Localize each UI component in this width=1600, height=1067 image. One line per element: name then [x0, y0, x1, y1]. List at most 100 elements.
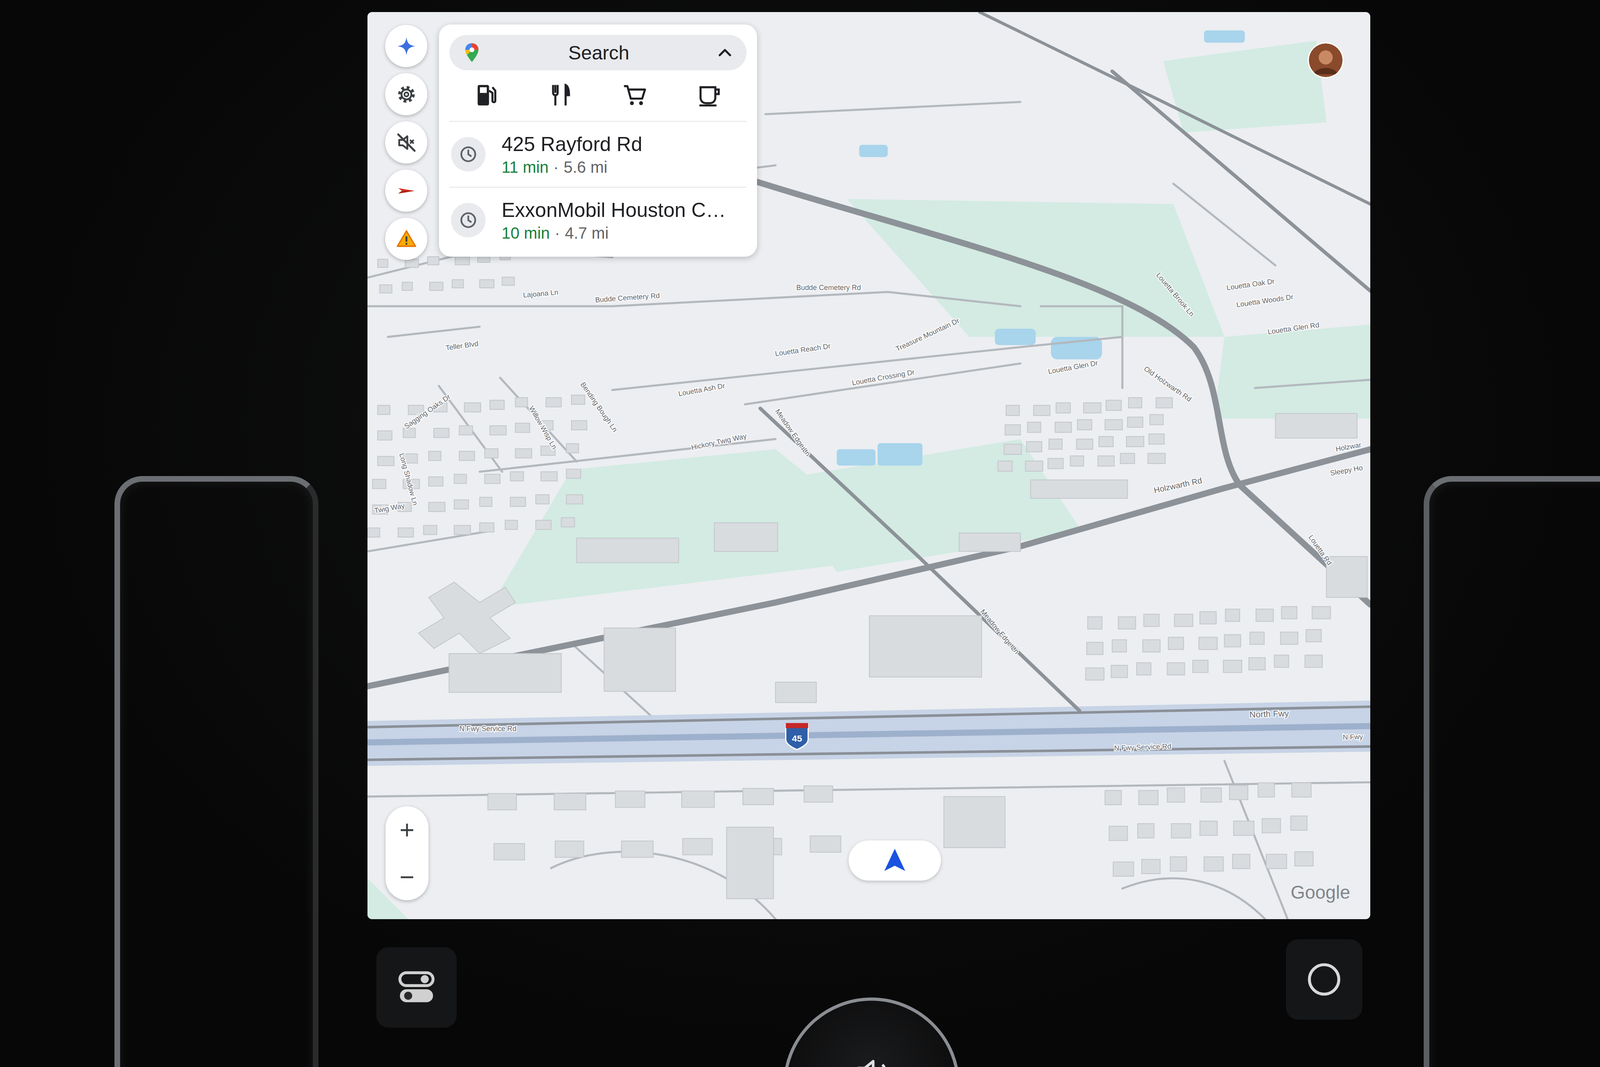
street-label: North Fwy [1249, 708, 1290, 720]
building [1120, 453, 1135, 464]
street-label: Twig Way [373, 501, 406, 515]
settings-button[interactable] [385, 73, 428, 116]
building [1192, 659, 1209, 673]
building [1174, 614, 1193, 627]
quick-settings-button[interactable] [376, 946, 457, 1028]
search-bar[interactable]: Search [449, 34, 747, 71]
building [493, 843, 525, 860]
building [479, 279, 494, 288]
gas-pump-icon [473, 81, 501, 109]
building [455, 256, 470, 265]
street-label: Sleepy Ho [1329, 463, 1364, 478]
building [502, 277, 515, 286]
building [1233, 820, 1255, 836]
building [452, 279, 464, 288]
building [1274, 655, 1289, 668]
building [1138, 790, 1158, 805]
separator: · [554, 224, 560, 243]
street-label: Louetta Glen Rd [1267, 320, 1320, 336]
building [1105, 790, 1122, 805]
report-button[interactable] [385, 217, 428, 260]
building [540, 471, 558, 481]
toggle-icon [394, 965, 439, 1010]
building [372, 479, 386, 489]
clock-icon [457, 143, 479, 165]
building [1070, 455, 1084, 466]
building [1126, 436, 1144, 447]
warning-icon [395, 228, 418, 250]
building [1033, 405, 1051, 416]
building [681, 790, 715, 808]
coffee-category[interactable] [689, 79, 730, 112]
home-button[interactable] [1285, 938, 1363, 1020]
building [418, 581, 516, 654]
building [1048, 438, 1063, 449]
building [515, 422, 530, 433]
building [615, 790, 645, 808]
building [1085, 667, 1105, 680]
building [1232, 854, 1250, 869]
building [515, 448, 532, 458]
building [1262, 818, 1281, 833]
street-label: Old Holzwarth Rd [1142, 364, 1194, 404]
travel-time: 10 min [501, 224, 550, 243]
map-control-rail [385, 24, 428, 260]
street-label: Teller Blvd [444, 339, 479, 352]
freeway-lanes [367, 706, 1371, 760]
building [604, 627, 676, 692]
major-roads [367, 12, 1371, 711]
recent-meta: 10 min·4.7 mi [501, 224, 727, 243]
building [1200, 820, 1218, 836]
building [1248, 657, 1266, 670]
building [1112, 639, 1127, 653]
volume-knob[interactable] [783, 997, 960, 1067]
building [377, 456, 394, 466]
sound-button[interactable] [385, 121, 428, 164]
food-category[interactable] [540, 79, 582, 112]
building [1141, 859, 1161, 874]
building [1025, 461, 1043, 472]
location-puck[interactable] [848, 840, 941, 881]
infotainment-screen: 45Budde Cemetery RdBudde Cemetery RdLoue… [367, 12, 1371, 919]
distance: 5.6 mi [563, 158, 608, 177]
compass-button[interactable] [385, 169, 428, 212]
building [566, 443, 579, 453]
building [943, 796, 1005, 848]
building [484, 474, 500, 484]
building [1291, 782, 1311, 798]
building [1109, 826, 1128, 841]
chevron-icon[interactable] [714, 42, 736, 64]
building [1111, 665, 1128, 678]
building [1275, 413, 1358, 438]
building [546, 397, 562, 407]
building [1147, 453, 1166, 464]
gas-category[interactable] [466, 79, 507, 112]
building [428, 451, 441, 461]
svg-text:45: 45 [791, 732, 803, 744]
zoom-control: +− [385, 806, 429, 900]
building [1249, 631, 1265, 645]
building [554, 793, 586, 810]
shopping-category[interactable] [615, 79, 656, 112]
building [1106, 400, 1122, 411]
compass-icon [395, 179, 418, 202]
profile-avatar[interactable] [1307, 42, 1344, 79]
building [515, 397, 528, 407]
navigation-arrow-icon [879, 844, 911, 876]
assistant-button[interactable] [385, 24, 428, 68]
building [1156, 397, 1173, 408]
zoom-in-button[interactable]: + [385, 806, 429, 854]
minor-roads [367, 102, 1371, 919]
building [459, 451, 475, 461]
recent-destination[interactable]: 425 Rayford Rd11 min·5.6 mi [449, 121, 747, 187]
zoom-out-button[interactable]: − [385, 853, 429, 900]
building [428, 476, 443, 486]
building [1258, 782, 1275, 798]
building [1171, 823, 1191, 838]
building [1076, 438, 1093, 449]
building [479, 522, 494, 532]
building [535, 494, 549, 504]
building [459, 425, 473, 435]
building [1225, 608, 1240, 622]
recent-destination[interactable]: ExxonMobil Houston C…10 min·4.7 mi [449, 186, 747, 253]
